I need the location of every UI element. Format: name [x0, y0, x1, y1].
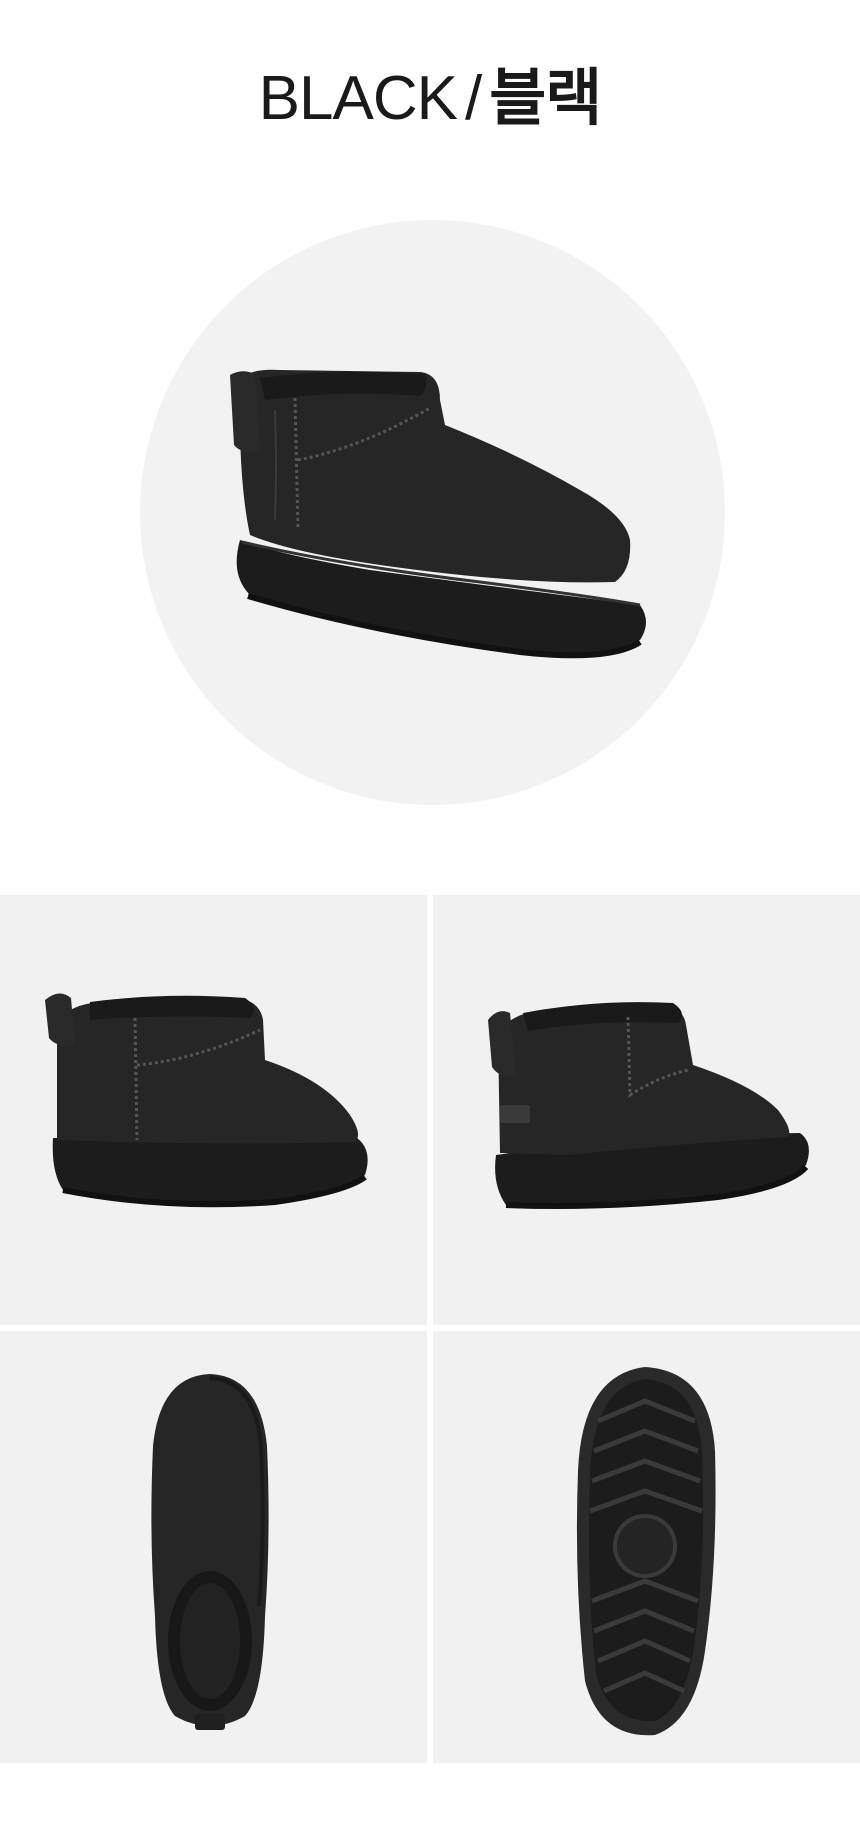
outsole-view-panel	[433, 1331, 860, 1763]
hero-boot-image	[230, 369, 646, 659]
boot-top-image	[151, 1374, 269, 1730]
boot-outsole-image	[576, 1367, 716, 1736]
side-view-left-panel	[0, 895, 427, 1325]
heading-separator: /	[465, 64, 482, 133]
product-detail-page: BLACK / 블랙	[0, 0, 860, 1823]
color-name-korean: 블랙	[489, 61, 602, 134]
side-view-right-panel	[433, 895, 860, 1325]
color-heading: BLACK / 블랙	[0, 58, 860, 139]
top-view-panel	[0, 1331, 427, 1763]
boot-side-right-image	[488, 1002, 809, 1209]
boot-side-left-image	[45, 993, 368, 1208]
product-image-grid	[0, 895, 860, 1763]
color-name-english: BLACK	[258, 64, 458, 133]
